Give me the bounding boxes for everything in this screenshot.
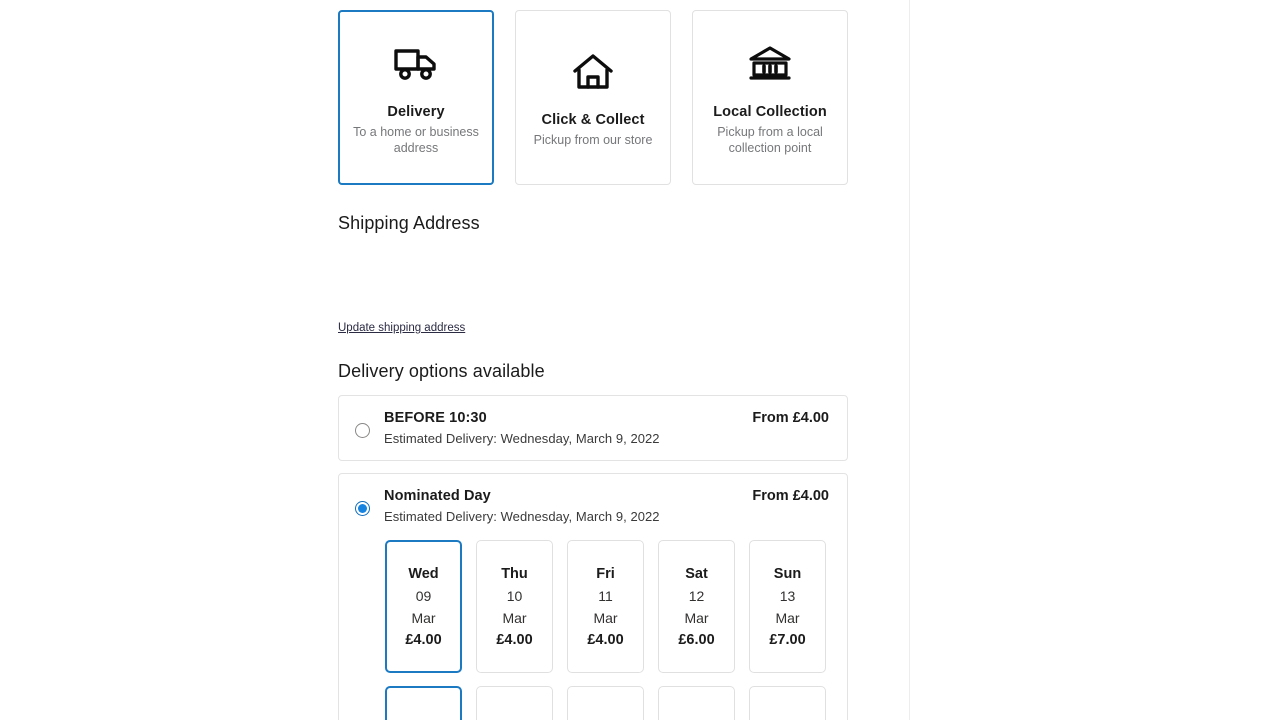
date-month: Mar bbox=[684, 609, 709, 626]
delivery-option-before-1030[interactable]: BEFORE 10:30 From £4.00 Estimated Delive… bbox=[338, 395, 848, 461]
checkout-delivery-page: Delivery To a home or business address C… bbox=[0, 0, 1280, 720]
date-month: Mar bbox=[411, 609, 436, 626]
date-price: £4.00 bbox=[587, 631, 624, 648]
option-eta: Estimated Delivery: Wednesday, March 9, … bbox=[384, 509, 660, 524]
date-card[interactable] bbox=[385, 686, 462, 720]
method-card-click-and-collect[interactable]: Click & Collect Pickup from our store bbox=[515, 10, 672, 185]
right-panel bbox=[910, 0, 1280, 720]
date-day-number: 09 bbox=[415, 587, 432, 604]
date-day-number: 10 bbox=[506, 587, 523, 604]
date-day-of-week: Fri bbox=[596, 565, 615, 582]
delivery-method-cards: Delivery To a home or business address C… bbox=[338, 10, 848, 185]
date-card[interactable] bbox=[567, 686, 644, 720]
date-card[interactable]: Thu 10 Mar £4.00 bbox=[476, 540, 553, 673]
date-day-of-week: Sat bbox=[685, 565, 708, 582]
option-eta: Estimated Delivery: Wednesday, March 9, … bbox=[384, 431, 660, 446]
date-day-of-week: Thu bbox=[501, 565, 528, 582]
method-card-local-collection[interactable]: Local Collection Pickup from a local col… bbox=[692, 10, 848, 185]
date-day-of-week: Sun bbox=[773, 565, 802, 582]
method-card-delivery[interactable]: Delivery To a home or business address bbox=[338, 10, 495, 185]
option-title: BEFORE 10:30 bbox=[384, 410, 487, 426]
radio-before-1030[interactable] bbox=[355, 423, 370, 438]
delivery-option-nominated-day[interactable]: Nominated Day From £4.00 Estimated Deliv… bbox=[338, 473, 848, 720]
date-day-of-week: Wed bbox=[408, 565, 439, 582]
option-title: Nominated Day bbox=[384, 488, 491, 504]
date-month: Mar bbox=[775, 609, 800, 626]
date-card[interactable]: Sat 12 Mar £6.00 bbox=[658, 540, 735, 673]
shipping-address-heading: Shipping Address bbox=[338, 213, 480, 233]
date-price: £6.00 bbox=[678, 631, 715, 648]
date-price: £4.00 bbox=[496, 631, 533, 648]
date-month: Mar bbox=[502, 609, 527, 626]
update-shipping-address-link[interactable]: Update shipping address bbox=[338, 322, 465, 334]
method-title: Local Collection bbox=[713, 103, 827, 120]
main-content: Delivery To a home or business address C… bbox=[338, 10, 848, 720]
delivery-options-heading: Delivery options available bbox=[338, 361, 545, 381]
date-card[interactable]: Sun 13 Mar £7.00 bbox=[749, 540, 826, 673]
date-price: £7.00 bbox=[769, 631, 806, 648]
radio-nominated-day[interactable] bbox=[355, 501, 370, 516]
date-day-number: 13 bbox=[779, 587, 796, 604]
date-card[interactable]: Fri 11 Mar £4.00 bbox=[567, 540, 644, 673]
option-price: From £4.00 bbox=[752, 410, 829, 426]
shipping-address-value bbox=[338, 240, 848, 318]
date-card[interactable] bbox=[749, 686, 826, 720]
method-subtitle: Pickup from a local collection point bbox=[717, 124, 823, 155]
delivery-truck-icon bbox=[393, 36, 439, 92]
method-title: Delivery bbox=[387, 103, 445, 120]
date-card[interactable] bbox=[476, 686, 553, 720]
date-day-number: 11 bbox=[598, 587, 613, 604]
date-day-number: 12 bbox=[688, 587, 705, 604]
date-month: Mar bbox=[593, 609, 618, 626]
method-title: Click & Collect bbox=[541, 111, 645, 128]
date-card[interactable]: Wed 09 Mar £4.00 bbox=[385, 540, 462, 673]
method-subtitle: Pickup from our store bbox=[533, 132, 653, 147]
home-icon bbox=[572, 44, 614, 100]
date-picker-grid: Wed 09 Mar £4.00 Thu 10 Mar £4.00 Fri 11… bbox=[385, 540, 829, 720]
method-subtitle: To a home or business address bbox=[353, 124, 479, 155]
option-price: From £4.00 bbox=[752, 488, 829, 504]
date-card[interactable] bbox=[658, 686, 735, 720]
bank-building-icon bbox=[748, 36, 792, 92]
date-price: £4.00 bbox=[405, 631, 442, 648]
